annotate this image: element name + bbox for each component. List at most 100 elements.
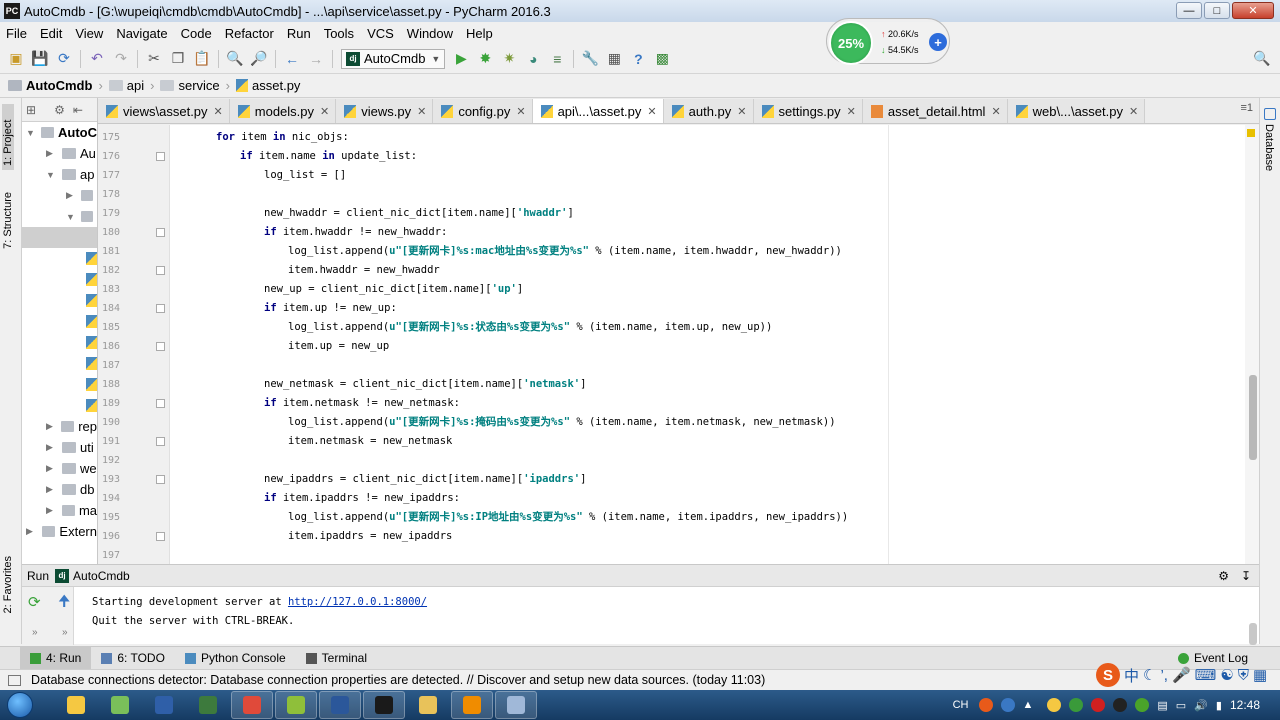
find-icon[interactable]: 🔍: [225, 49, 245, 69]
close-tab-icon[interactable]: ✕: [516, 105, 525, 118]
breadcrumb-service[interactable]: service ›: [160, 78, 230, 93]
menu-tools[interactable]: Tools: [324, 26, 354, 41]
close-tab-icon[interactable]: ✕: [1129, 105, 1138, 118]
tree-file-item[interactable]: [22, 332, 97, 353]
chevron-right-icon[interactable]: ▶: [46, 505, 56, 516]
maximize-button[interactable]: □: [1204, 2, 1230, 19]
user-icon[interactable]: ☯: [1220, 666, 1233, 684]
tree-item[interactable]: ▶ rep: [22, 416, 97, 437]
tray-360-icon[interactable]: [1135, 698, 1150, 712]
copy-icon[interactable]: ❐: [168, 49, 188, 69]
editor-tab[interactable]: web\...\asset.py ✕: [1007, 99, 1146, 123]
close-tab-icon[interactable]: ✕: [737, 105, 746, 118]
code-editor[interactable]: 175 176 177 178 179 180 181 182 183 184 185 186 187 1…: [98, 125, 1259, 564]
undo-icon[interactable]: ↶: [87, 49, 107, 69]
tree-file-item[interactable]: [22, 374, 97, 395]
taskbar-app-button[interactable]: [55, 691, 97, 719]
project-structure-icon[interactable]: ▦: [604, 49, 624, 69]
tree-item[interactable]: ▶: [22, 185, 97, 206]
fold-marker-icon[interactable]: [156, 399, 165, 408]
breadcrumb-file[interactable]: asset.py: [236, 78, 300, 93]
tray-volume-icon[interactable]: 🔊: [1194, 699, 1208, 712]
chevron-down-icon[interactable]: ▼: [26, 128, 35, 138]
ime-language-label[interactable]: 中: [1124, 665, 1139, 686]
gear-icon[interactable]: ⚙: [54, 103, 65, 117]
tray-expand-icon[interactable]: ▲: [1023, 699, 1034, 711]
taskbar-app-button[interactable]: [451, 691, 493, 719]
open-folder-icon[interactable]: ▣: [6, 49, 26, 69]
grid-icon[interactable]: ▦: [1253, 666, 1267, 684]
tool-window-tab[interactable]: Python Console: [175, 647, 296, 670]
chevron-right-icon[interactable]: ▼: [66, 212, 75, 222]
tree-item[interactable]: ▼ AutoC: [22, 122, 97, 143]
status-message[interactable]: Database connections detector: Database …: [31, 673, 765, 687]
tab-list-icon[interactable]: ≡1: [1240, 102, 1253, 114]
database-tool-tab[interactable]: Database: [1263, 124, 1275, 171]
redo-icon[interactable]: ↷: [111, 49, 131, 69]
menu-window[interactable]: Window: [407, 26, 453, 41]
tree-item[interactable]: ▶ we: [22, 458, 97, 479]
scroll-up-icon[interactable]: 🠉: [58, 591, 70, 616]
menu-run[interactable]: Run: [287, 26, 311, 41]
chevron-right-icon[interactable]: ▶: [66, 190, 75, 201]
close-tab-icon[interactable]: ✕: [647, 105, 656, 118]
tray-app-icon[interactable]: [1069, 698, 1084, 712]
structure-tool-tab[interactable]: 7: Structure: [2, 192, 14, 249]
tool-window-tab[interactable]: 4: Run: [20, 646, 92, 670]
close-button[interactable]: ✕: [1232, 2, 1274, 19]
tray-battery-icon[interactable]: ▮: [1216, 699, 1222, 712]
editor-scrollbar[interactable]: [1245, 125, 1259, 564]
tray-sogou-icon[interactable]: [978, 698, 993, 712]
close-tab-icon[interactable]: ✕: [847, 105, 856, 118]
microphone-icon[interactable]: 🎤: [1172, 666, 1191, 684]
chevron-down-icon[interactable]: ▶: [26, 526, 36, 537]
tree-file-item[interactable]: [22, 353, 97, 374]
editor-tab[interactable]: views.py ✕: [336, 99, 434, 123]
project-tool-tab[interactable]: 1: Project: [2, 104, 14, 170]
chevron-right-icon[interactable]: ▶: [46, 484, 56, 495]
chevron-right-icon[interactable]: ▶: [46, 442, 56, 453]
input-language-label[interactable]: CH: [953, 699, 969, 711]
menu-vcs[interactable]: VCS: [367, 26, 394, 41]
expand-icon[interactable]: »: [32, 627, 38, 638]
menu-navigate[interactable]: Navigate: [116, 26, 167, 41]
menu-file[interactable]: File: [6, 26, 27, 41]
editor-tab[interactable]: auth.py ✕: [663, 99, 754, 123]
menu-help[interactable]: Help: [466, 26, 493, 41]
keyboard-icon[interactable]: ⌨: [1195, 666, 1217, 684]
sync-icon[interactable]: ⟳: [54, 49, 74, 69]
editor-tab[interactable]: config.py ✕: [433, 99, 533, 123]
tree-file-item[interactable]: [22, 395, 97, 416]
coverage-icon[interactable]: ✷: [499, 49, 519, 69]
close-tab-icon[interactable]: ✕: [320, 105, 329, 118]
close-tab-icon[interactable]: ✕: [417, 105, 426, 118]
profile-icon[interactable]: ◕: [523, 49, 543, 69]
run-config-select[interactable]: dj AutoCmdb ▼: [341, 48, 446, 69]
expand-icon[interactable]: »: [62, 627, 68, 638]
gear-icon[interactable]: ⚙: [1218, 569, 1229, 583]
fold-marker-icon[interactable]: [156, 304, 165, 313]
taskbar-app-button[interactable]: [275, 691, 317, 719]
taskbar-app-button[interactable]: [187, 691, 229, 719]
minimize-button[interactable]: —: [1176, 2, 1202, 19]
tree-file-item[interactable]: [22, 248, 97, 269]
menu-code[interactable]: Code: [181, 26, 212, 41]
fold-marker-icon[interactable]: [156, 228, 165, 237]
forward-icon[interactable]: →: [306, 49, 326, 69]
back-icon[interactable]: ←: [282, 49, 302, 69]
editor-tab[interactable]: views\asset.py ✕: [98, 99, 230, 123]
concurrency-icon[interactable]: ≡: [547, 49, 567, 69]
close-tab-icon[interactable]: ✕: [214, 105, 223, 118]
taskbar-app-button[interactable]: [231, 691, 273, 719]
code-area[interactable]: for item in nic_objs: if item.name in upd…: [170, 125, 1245, 564]
breadcrumb-project[interactable]: AutoCmdb ›: [8, 78, 103, 93]
chevron-right-icon[interactable]: ▶: [46, 421, 55, 432]
selected-tree-item[interactable]: [22, 227, 97, 248]
menu-edit[interactable]: Edit: [40, 26, 62, 41]
plugin-icon[interactable]: ▩: [652, 49, 672, 69]
chevron-right-icon[interactable]: ▶: [46, 148, 56, 159]
tree-item[interactable]: ▶ uti: [22, 437, 97, 458]
fold-marker-icon[interactable]: [156, 532, 165, 541]
debug-icon[interactable]: ✸: [475, 49, 495, 69]
tree-item[interactable]: ▶ ma: [22, 500, 97, 521]
